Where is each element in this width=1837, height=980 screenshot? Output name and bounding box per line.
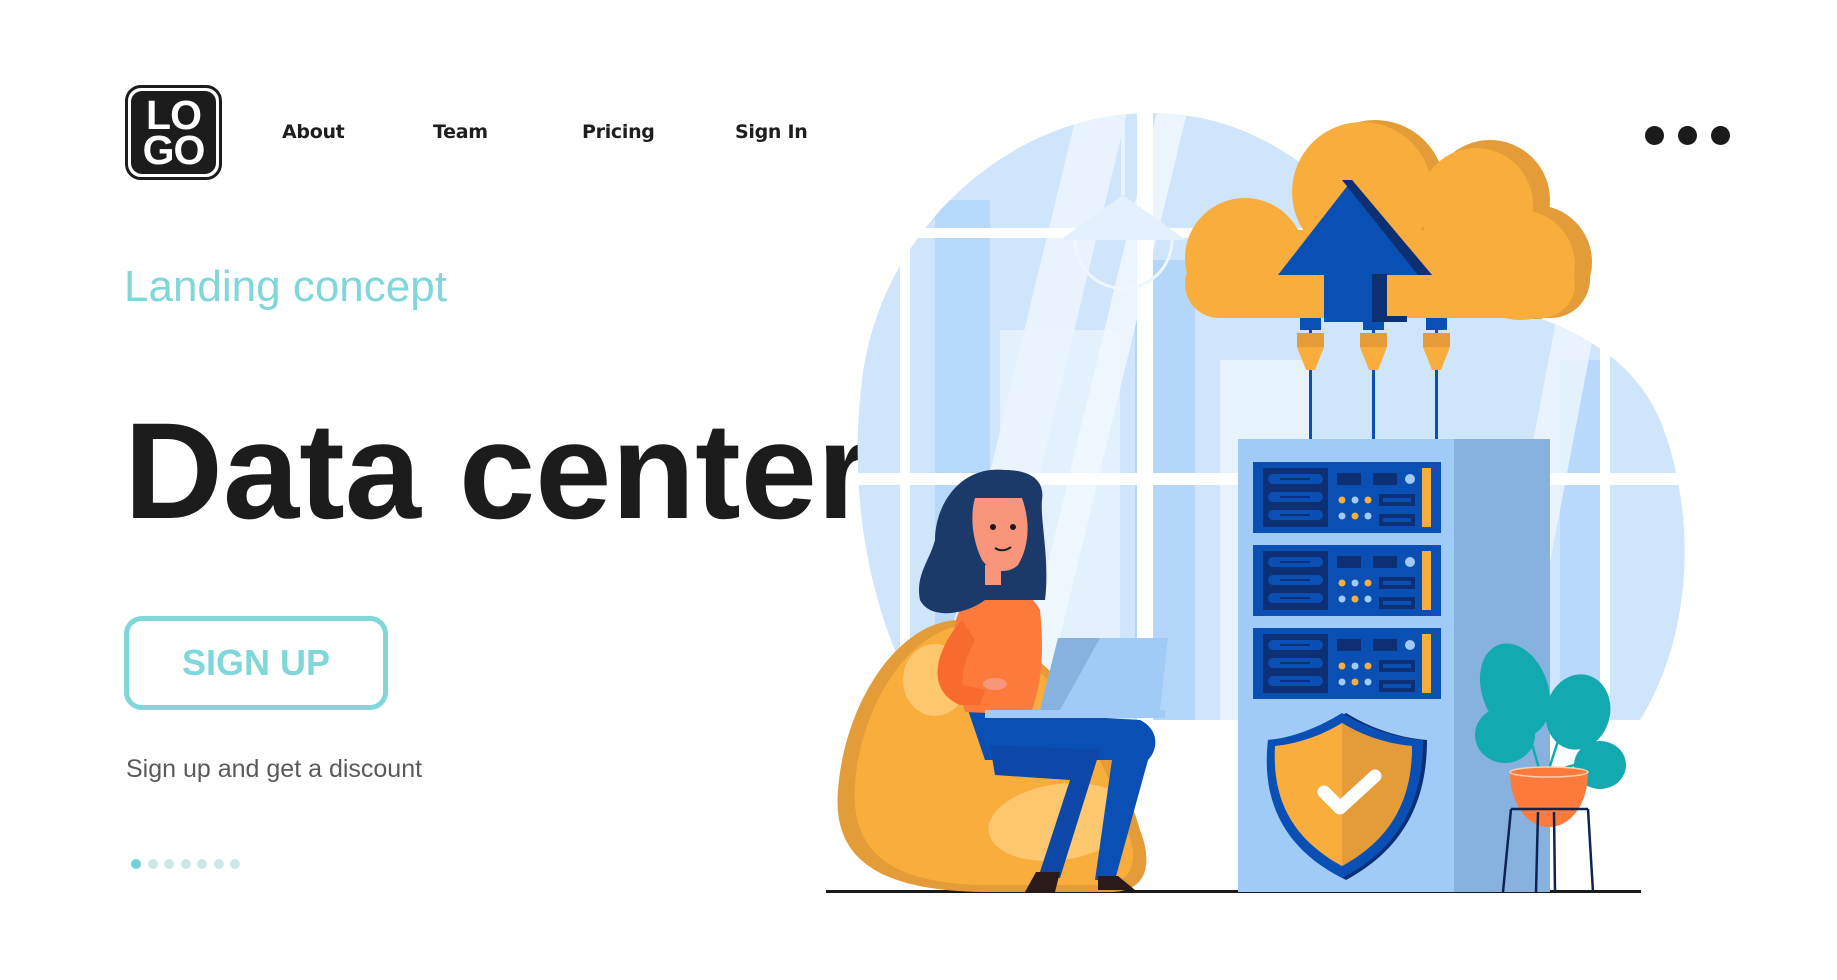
hero-illustration [826, 113, 1685, 893]
